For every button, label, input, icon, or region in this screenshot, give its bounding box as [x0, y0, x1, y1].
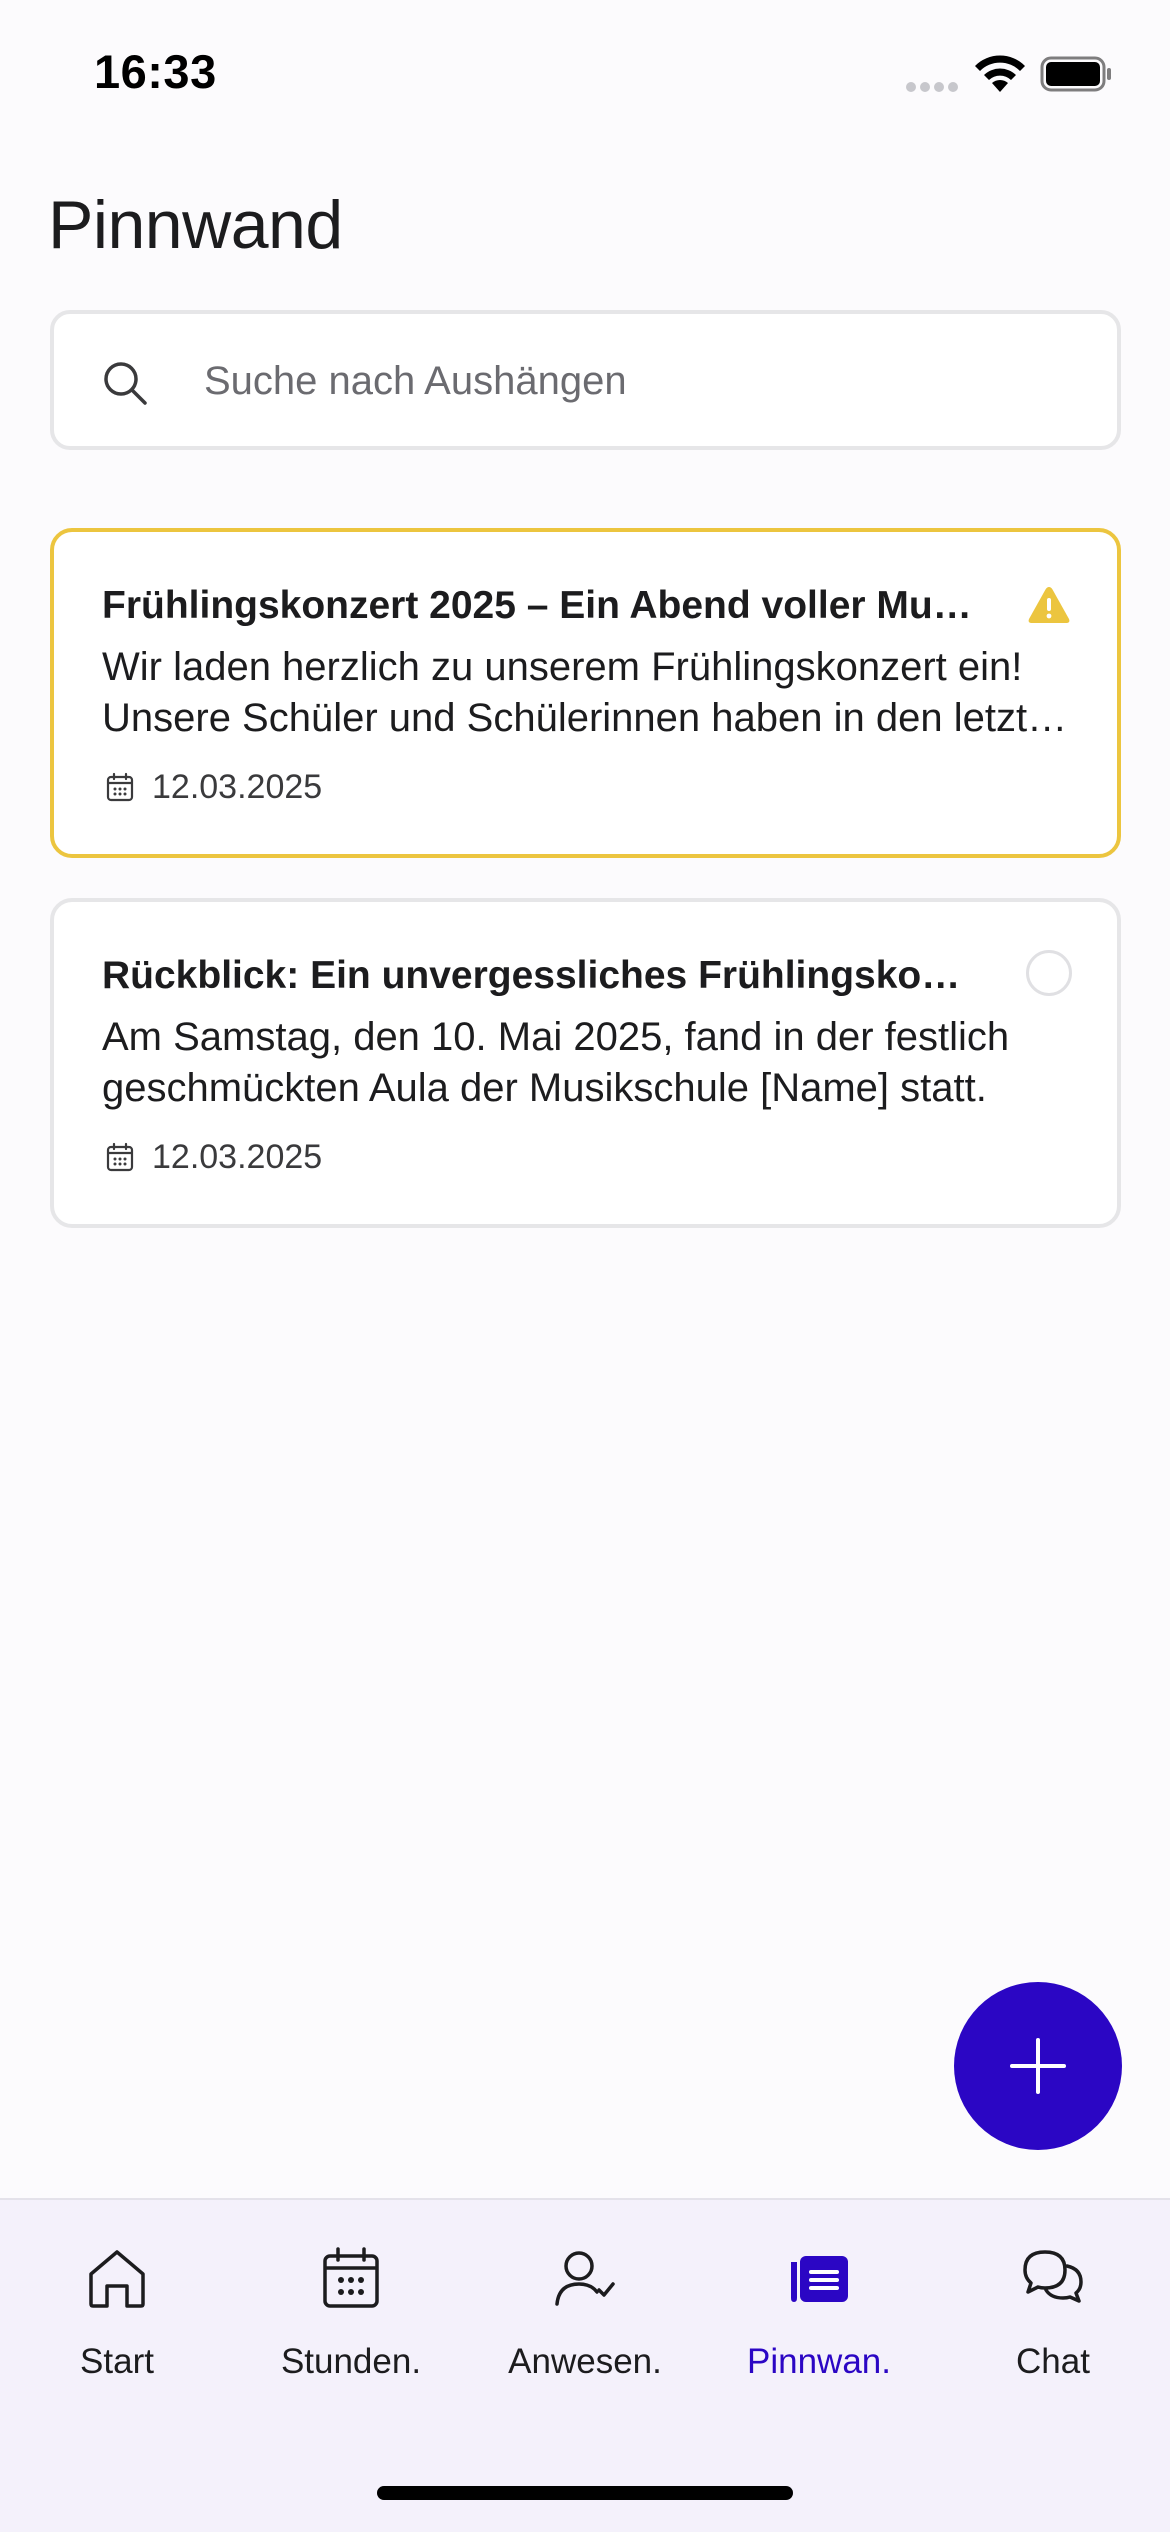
calendar-icon [106, 1142, 134, 1172]
warning-icon [1028, 587, 1070, 623]
tab-start[interactable]: Start [0, 2244, 234, 2394]
post-card[interactable]: Rückblick: Ein unvergessliches Frühlings… [50, 898, 1121, 1228]
tab-label: Pinnwan. [747, 2342, 891, 2381]
post-title: Frühlingskonzert 2025 – Ein Abend voller… [102, 584, 982, 627]
tab-pinnwand[interactable]: Pinnwan. [702, 2244, 936, 2394]
tab-label: Chat [1016, 2342, 1090, 2381]
calendar-icon [106, 772, 134, 802]
page-title: Pinnwand [48, 187, 343, 263]
add-post-button[interactable] [954, 1982, 1122, 2150]
cellular-signal-icon [906, 82, 960, 92]
status-time: 16:33 [94, 45, 217, 98]
post-body: Wir laden herzlich zu unserem Frühlingsk… [102, 645, 1072, 740]
chat-bubbles-icon [1023, 2250, 1083, 2303]
wifi-icon [975, 55, 1025, 92]
tab-label: Start [80, 2342, 154, 2381]
tab-chat[interactable]: Chat [936, 2244, 1170, 2394]
post-date: 12.03.2025 [152, 768, 323, 806]
tab-label: Stunden. [280, 2342, 422, 2381]
search-bar[interactable] [50, 310, 1121, 450]
search-icon [104, 362, 147, 405]
home-icon [89, 2250, 145, 2308]
newspaper-icon [791, 2256, 848, 2302]
post-title: Rückblick: Ein unvergessliches Frühlings… [102, 954, 982, 997]
search-input[interactable] [204, 348, 1064, 414]
radio-unchecked-icon[interactable] [1026, 950, 1072, 996]
tab-stunden[interactable]: Stunden. [234, 2244, 468, 2394]
user-check-icon [555, 2251, 615, 2306]
home-indicator [377, 2486, 793, 2500]
plus-icon [1010, 2038, 1066, 2094]
calendar-icon [323, 2247, 379, 2308]
post-body: Am Samstag, den 10. Mai 2025, fand in de… [102, 1015, 1010, 1110]
post-card[interactable]: Frühlingskonzert 2025 – Ein Abend voller… [50, 528, 1121, 858]
status-bar: 16:33 [0, 0, 1170, 150]
battery-icon [1040, 56, 1111, 92]
tab-anwesenheit[interactable]: Anwesen. [468, 2244, 702, 2394]
post-date: 12.03.2025 [152, 1138, 323, 1176]
tab-label: Anwesen. [508, 2342, 662, 2381]
bottom-tab-bar: Start Stunden. Anwesen. Pinnwan. Chat [0, 2198, 1170, 2532]
